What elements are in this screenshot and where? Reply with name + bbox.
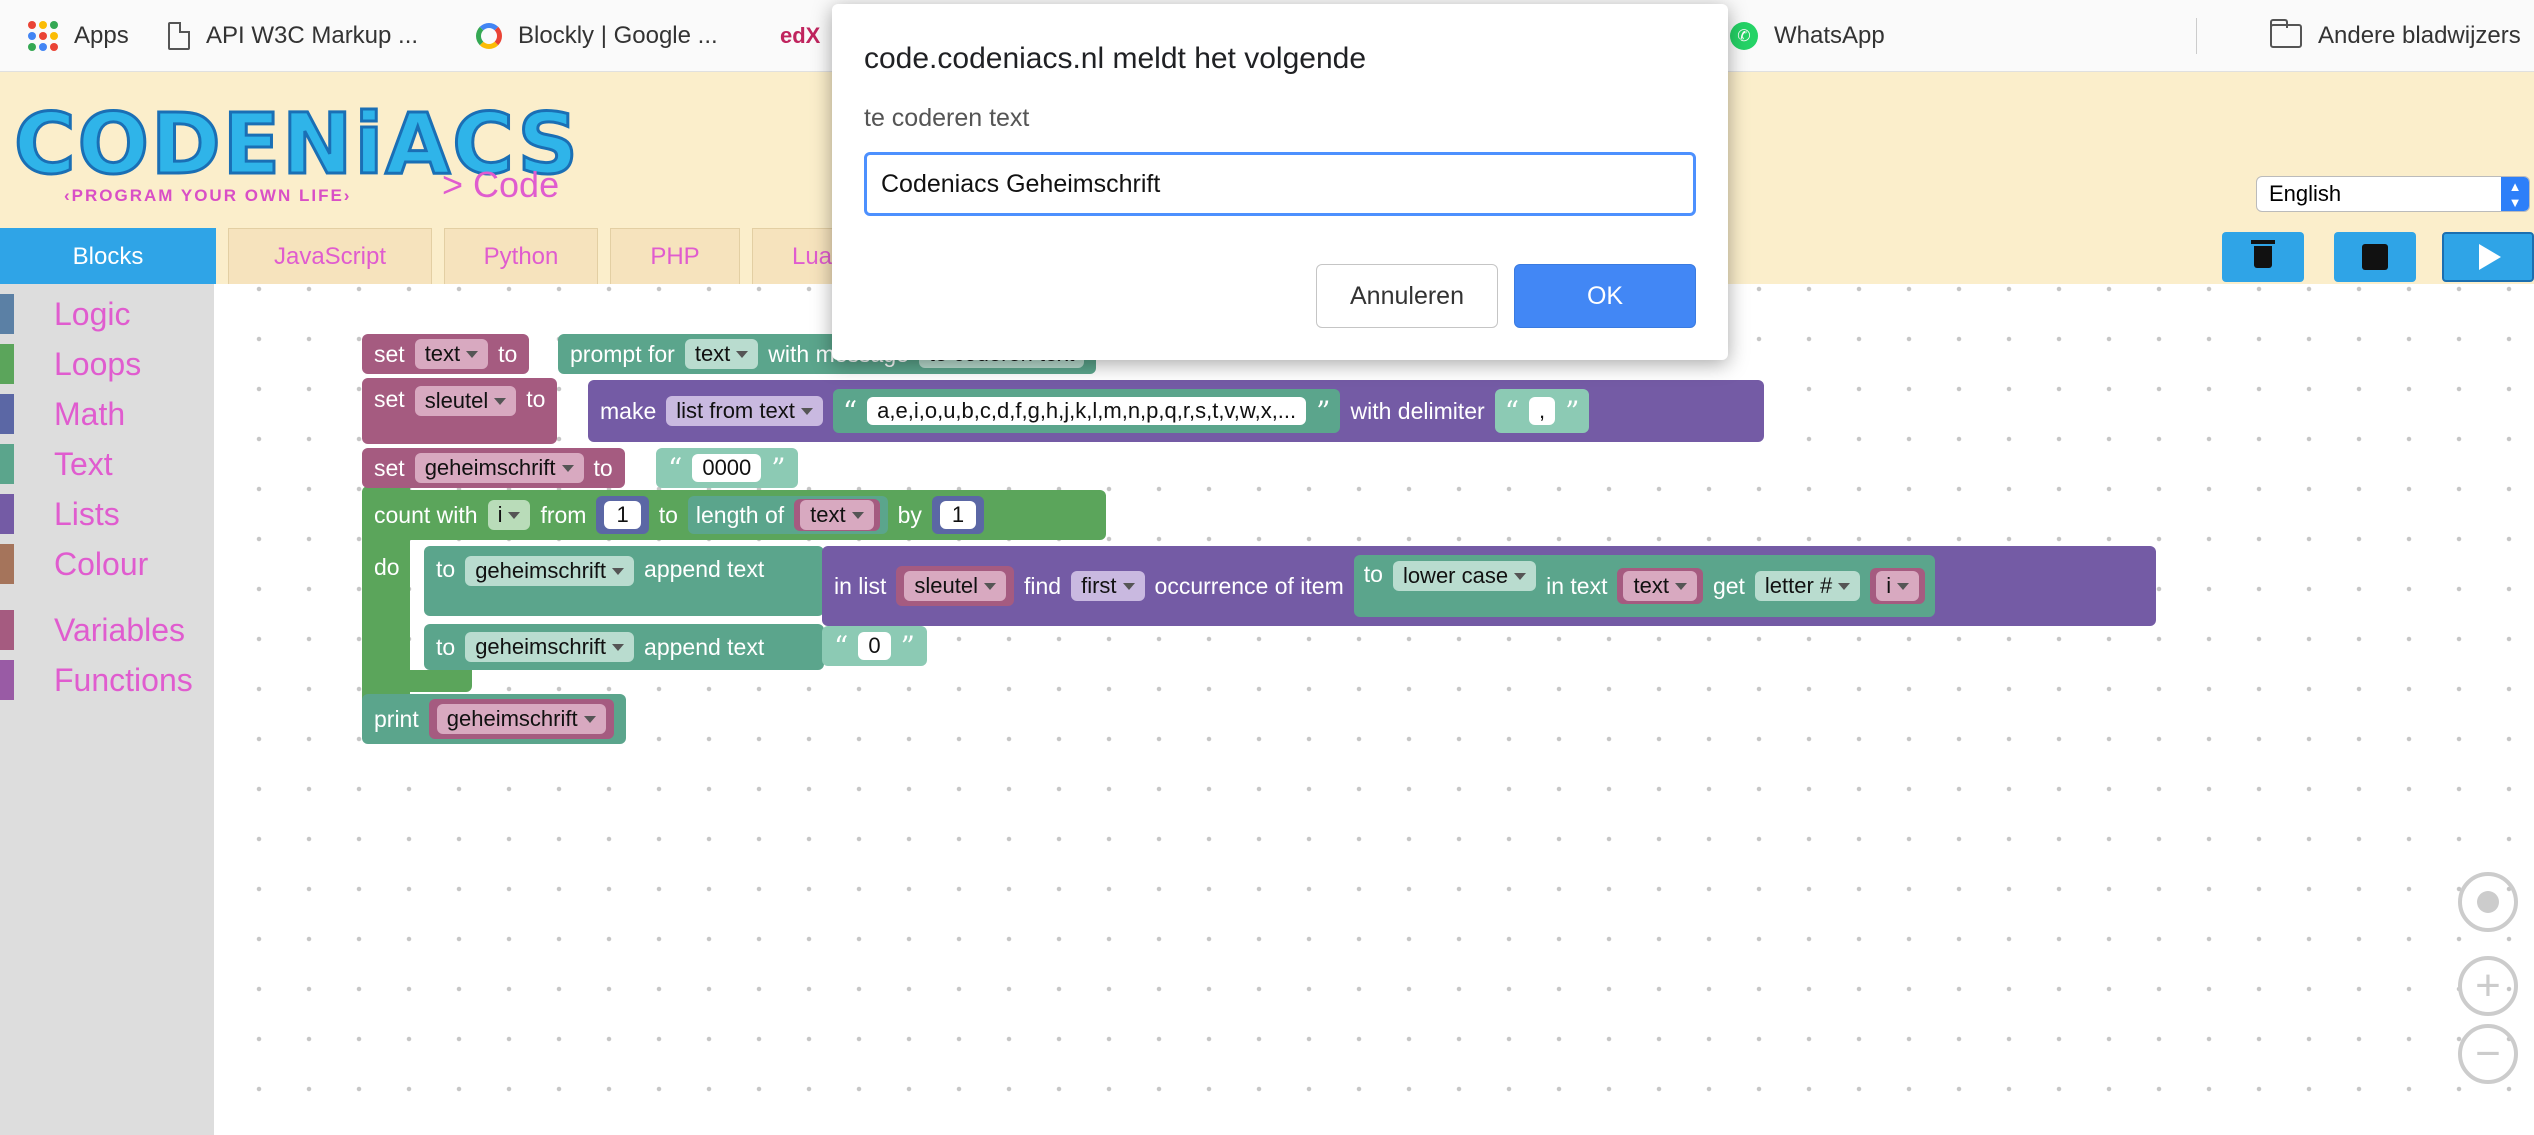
bookmark-edx[interactable]: edX [780,0,820,72]
init-text-block[interactable]: “0000” [656,448,798,488]
play-icon [2479,244,2501,270]
variable-dropdown[interactable]: sleutel [414,386,517,416]
set-geheimschrift-block[interactable]: set geheimschrift to [362,448,625,488]
letters-text-field[interactable]: a,e,i,o,u,b,c,d,f,g,h,j,k,l,m,n,p,q,r,s,… [867,397,1307,425]
sleutel-variable-block[interactable]: sleutel [896,566,1014,606]
text-variable-block[interactable]: text [794,499,880,531]
zero-text-block[interactable]: “0” [822,626,927,666]
i-variable-block[interactable]: i [1870,568,1926,604]
category-functions[interactable]: Functions [0,660,193,700]
plus-icon: + [2475,961,2501,1010]
count-with-block[interactable]: count with i from 1 to length of text by… [362,490,1106,540]
delimiter-text-block[interactable]: “,” [1494,389,1590,433]
variable-dropdown[interactable]: text [414,339,489,369]
category-variables[interactable]: Variables [0,610,185,650]
append-text-block[interactable]: to geheimschrift append text [424,546,824,616]
prompt-type-dropdown[interactable]: text [684,339,759,369]
by-number-block[interactable]: 1 [931,496,985,534]
edx-icon: edX [780,23,821,48]
toolbox: Logic Loops Math Text Lists Colour Varia… [0,284,214,1135]
variable-dropdown[interactable]: geheimschrift [414,453,584,483]
case-dropdown[interactable]: lower case [1392,561,1537,591]
bookmark-whatsapp[interactable]: ✆ WhatsApp [1730,0,1885,72]
logo-tagline: ‹PROGRAM YOUR OWN LIFE› [64,186,352,205]
letters-text-block[interactable]: “a,e,i,o,u,b,c,d,f,g,h,j,k,l,m,n,p,q,r,s… [832,389,1341,433]
text-variable-block[interactable]: text [1617,568,1703,604]
set-text-block[interactable]: set text to [362,334,530,374]
bookmark-api-w3c[interactable]: API W3C Markup ... [168,0,418,72]
list-mode-dropdown[interactable]: list from text [666,396,823,426]
dialog-message: te coderen text [864,104,1030,132]
tab-blocks[interactable]: Blocks [0,228,216,284]
find-which-dropdown[interactable]: first [1071,571,1145,601]
bookmark-other[interactable]: Andere bladwijzers [2270,0,2521,72]
category-lists[interactable]: Lists [0,494,120,534]
zoom-out-button[interactable]: − [2458,1024,2518,1084]
variable-dropdown[interactable]: geheimschrift [465,632,635,662]
minus-icon: − [2475,1029,2501,1078]
apps-grid-icon [28,21,58,51]
category-colour[interactable]: Colour [0,544,148,584]
tab-python[interactable]: Python [444,228,598,284]
tab-php[interactable]: PHP [610,228,740,284]
category-loops[interactable]: Loops [0,344,141,384]
bookmarks-divider [2196,18,2197,54]
delimiter-field[interactable]: , [1529,397,1556,425]
bookmark-label: Andere bladwijzers [2318,22,2521,49]
dialog-title: code.codeniacs.nl meldt het volgende [864,42,1367,75]
ok-button[interactable]: OK [1514,264,1696,328]
variable-dropdown[interactable]: geheimschrift [465,556,635,586]
letter-mode-dropdown[interactable]: letter # [1754,571,1861,601]
document-icon [168,22,190,50]
save-button[interactable] [2334,232,2416,282]
lower-case-block[interactable]: to lower case [1353,555,1547,617]
language-value: English [2269,181,2342,206]
folder-icon [2270,19,2302,48]
blockly-workspace[interactable]: set text to prompt for text with message… [214,284,2534,1135]
from-number-block[interactable]: 1 [596,496,649,534]
loop-variable-dropdown[interactable]: i [487,500,531,530]
init-text-field[interactable]: 0000 [692,454,762,482]
breadcrumb: > Code [442,164,560,205]
set-sleutel-block[interactable]: set sleutel to [362,378,558,444]
loop-block-bottom [362,670,472,692]
blockly-icon [476,23,502,49]
zero-text-field[interactable]: 0 [858,632,891,660]
trash-icon [2251,240,2275,268]
language-select[interactable]: English ▲ ▼ [2256,176,2530,212]
bookmark-label: API W3C Markup ... [206,22,419,49]
append-zero-block[interactable]: to geheimschrift append text [424,624,824,670]
zoom-in-button[interactable]: + [2458,956,2518,1016]
make-list-block[interactable]: make list from text “a,e,i,o,u,b,c,d,f,g… [588,380,1764,442]
tab-javascript[interactable]: JavaScript [228,228,432,284]
bookmark-label: WhatsApp [1774,22,1885,49]
run-button[interactable] [2442,232,2534,282]
dialog-input[interactable] [864,152,1696,216]
get-letter-block[interactable]: in text text get letter # i [1536,555,1936,617]
prompt-dialog: code.codeniacs.nl meldt het volgende te … [832,4,1728,360]
category-logic[interactable]: Logic [0,294,131,334]
save-icon [2362,244,2388,270]
delete-button[interactable] [2222,232,2304,282]
recenter-button[interactable] [2458,872,2518,932]
length-of-block[interactable]: length of text [687,496,888,534]
bookmark-label: Blockly | Google ... [518,22,718,49]
whatsapp-icon: ✆ [1730,22,1758,50]
select-arrows-icon: ▲ ▼ [2501,177,2529,211]
category-math[interactable]: Math [0,394,125,434]
do-label: do [374,553,400,580]
bookmark-label: Apps [74,22,129,49]
geheimschrift-variable-block[interactable]: geheimschrift [428,699,614,739]
cancel-button[interactable]: Annuleren [1316,264,1498,328]
bookmark-blockly[interactable]: Blockly | Google ... [476,0,718,72]
category-text[interactable]: Text [0,444,113,484]
find-in-list-block[interactable]: in list sleutel find first occurrence of… [822,546,2156,626]
print-block[interactable]: print geheimschrift [362,694,626,744]
target-icon [2477,891,2499,913]
bookmark-apps[interactable]: Apps [28,0,129,72]
